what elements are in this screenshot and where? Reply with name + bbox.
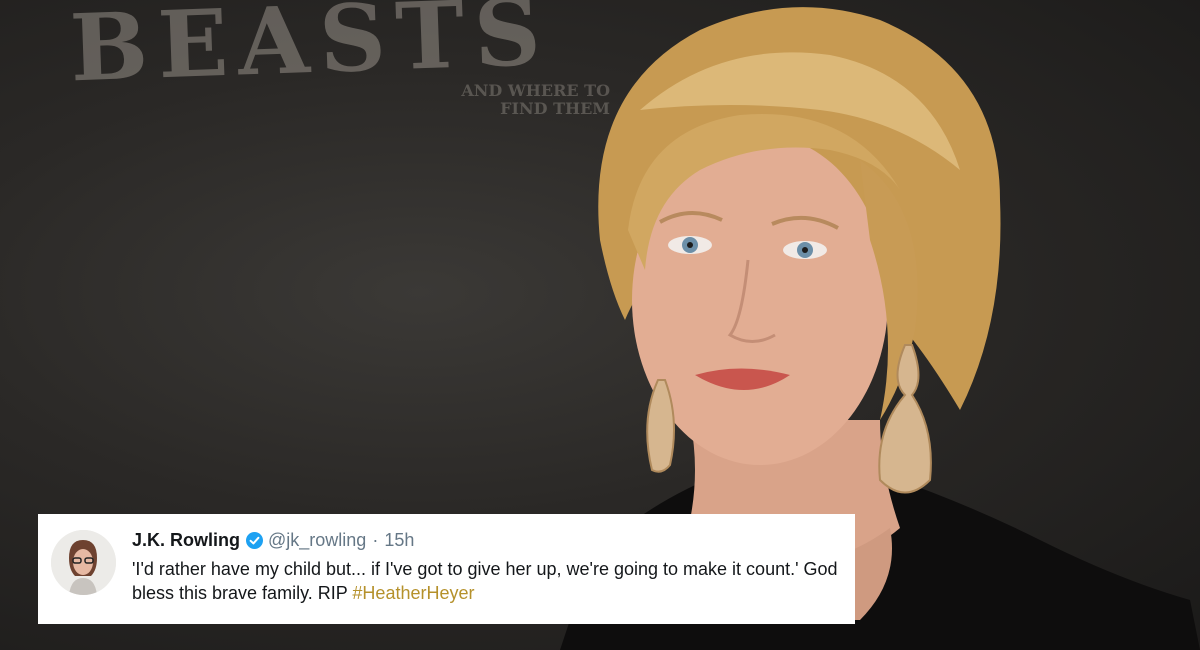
tweet-body: 'I'd rather have my child but... if I've… [132,559,838,603]
tweet-text: 'I'd rather have my child but... if I've… [132,557,844,605]
tweet-header: J.K. Rowling @jk_rowling · 15h [132,528,414,552]
meta-separator: · [372,529,379,550]
author-handle[interactable]: @jk_rowling [268,530,366,551]
tweet-timestamp[interactable]: 15h [384,530,414,551]
verified-badge-icon [246,531,263,549]
tweet-card: J.K. Rowling @jk_rowling · 15h 'I'd rath… [38,514,855,624]
author-name[interactable]: J.K. Rowling [132,530,240,551]
hashtag-link[interactable]: #HeatherHeyer [352,583,474,603]
avatar[interactable] [51,530,116,595]
photo-scene: BEASTS AND WHERE TO FIND THEM J.K. Rowli… [0,0,1200,650]
